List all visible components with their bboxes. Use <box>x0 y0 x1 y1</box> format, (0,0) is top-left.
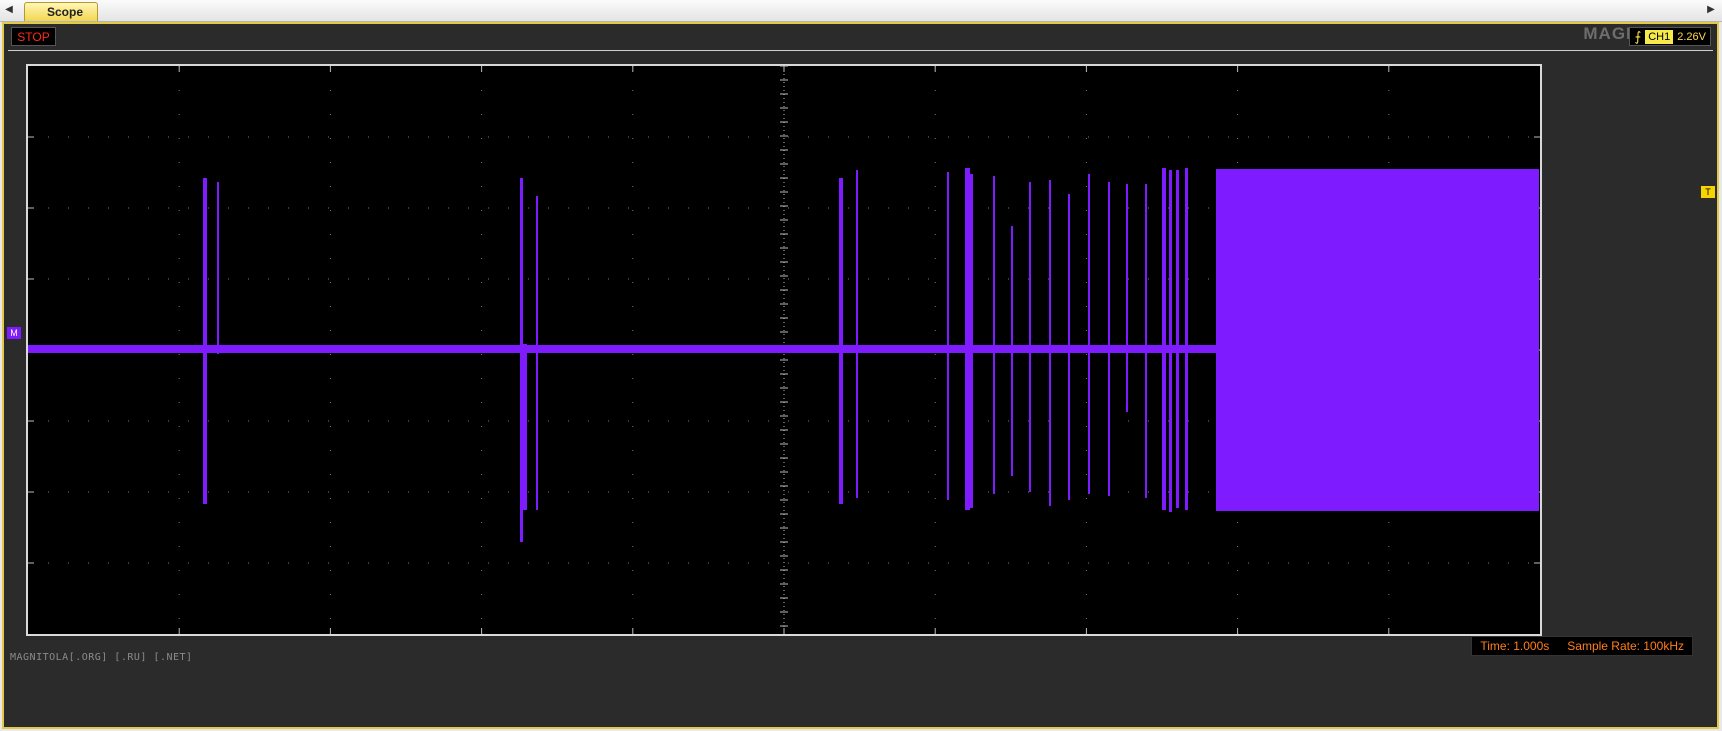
scope-display[interactable] <box>4 24 1717 727</box>
pulse-spike <box>1068 194 1070 500</box>
pulse-spike <box>1108 182 1110 496</box>
pulse-spike <box>839 178 843 504</box>
sample-rate-readout: Sample Rate: 100kHz <box>1567 639 1684 653</box>
watermark-url: MAGNITOLA[.ORG] [.RU] [.NET] <box>10 652 193 663</box>
pulse-spike <box>1169 170 1172 512</box>
pulse-spike <box>1088 174 1090 494</box>
scope-window: STOP MAGNITOLA ⨍ CH1 2.26V M T Time: 1.0… <box>2 22 1719 729</box>
pulse-spike <box>536 196 538 510</box>
time-readout: Time: 1.000s <box>1480 639 1550 653</box>
tab-scope[interactable]: Scope <box>24 2 99 21</box>
pulse-spike <box>1029 182 1031 492</box>
tab-bar: ◀ Scope ▶ <box>0 0 1722 22</box>
dense-signal-burst <box>1216 169 1539 511</box>
tab-scroll-right-icon[interactable]: ▶ <box>1704 3 1718 17</box>
pulse-spike <box>1162 168 1166 510</box>
pulse-spike <box>993 176 995 494</box>
status-bar: Time: 1.000s Sample Rate: 100kHz <box>1471 636 1693 656</box>
pulse-spike <box>203 178 207 504</box>
pulse-spike <box>965 168 970 510</box>
pulse-spike <box>856 170 858 498</box>
channel-marker-icon[interactable]: M <box>7 327 21 339</box>
pulse-spike <box>1176 170 1179 508</box>
tab-scroll-left-icon[interactable]: ◀ <box>2 3 16 17</box>
pulse-spike <box>1011 226 1013 476</box>
pulse-spike <box>523 344 527 510</box>
pulse-spike <box>947 172 949 500</box>
pulse-spike <box>1185 168 1188 510</box>
pulse-spike <box>1049 180 1051 506</box>
trigger-level-marker-icon[interactable]: T <box>1701 186 1715 198</box>
pulse-spike <box>1126 184 1128 412</box>
pulse-spike <box>217 182 219 354</box>
pulse-spike <box>520 178 523 542</box>
pulse-spike <box>970 174 973 508</box>
pulse-spike <box>1145 184 1147 498</box>
